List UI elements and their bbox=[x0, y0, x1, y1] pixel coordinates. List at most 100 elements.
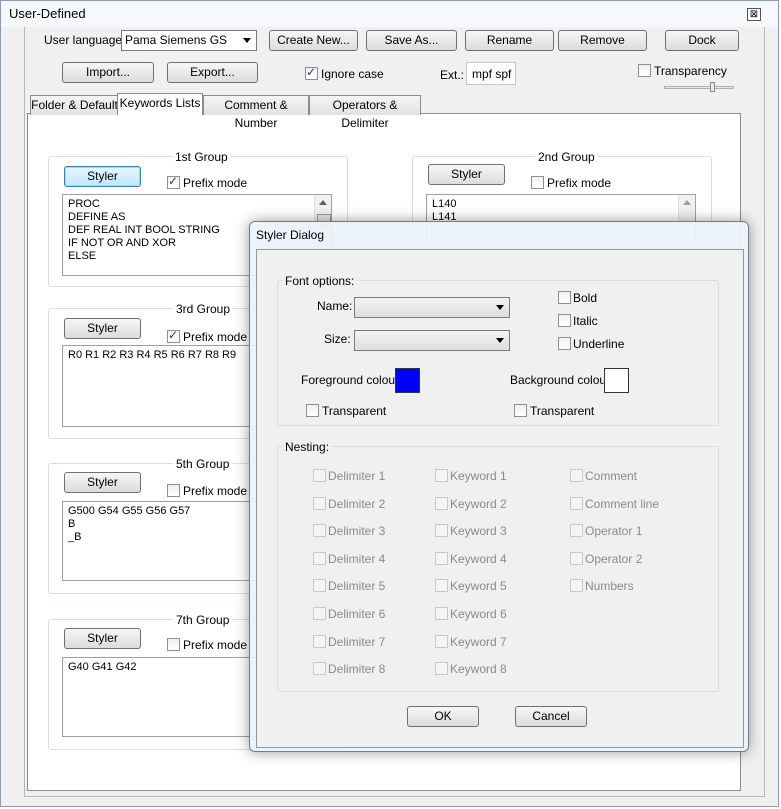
nesting-option-label: Keyword 5 bbox=[450, 579, 507, 594]
create-new-button[interactable]: Create New... bbox=[269, 30, 358, 51]
underline-checkbox[interactable] bbox=[558, 337, 571, 350]
nesting-checkbox[interactable] bbox=[435, 551, 448, 565]
transparency-slider-thumb[interactable] bbox=[710, 82, 715, 92]
bold-label: Bold bbox=[573, 291, 598, 305]
nesting-option-label: Keyword 4 bbox=[450, 551, 507, 566]
nesting-option-label: Comment bbox=[585, 469, 638, 483]
nesting-option-label: Delimiter 7 bbox=[328, 634, 386, 649]
tab-folder-default[interactable]: Folder & Default bbox=[30, 95, 119, 115]
nesting-option-label: Delimiter 5 bbox=[328, 579, 386, 594]
title-bar bbox=[1, 1, 778, 27]
nesting-checkbox[interactable] bbox=[313, 662, 326, 676]
group-3-prefix-label: Prefix mode bbox=[183, 330, 248, 344]
close-icon[interactable]: ⊠ bbox=[747, 8, 761, 21]
user-language-value: Pama Siemens GS bbox=[125, 33, 228, 47]
nesting-checkbox[interactable] bbox=[435, 579, 448, 593]
nesting-option-label: Numbers bbox=[585, 579, 634, 594]
group-1-prefix-label: Prefix mode bbox=[183, 176, 248, 190]
tab-comment-number[interactable]: Comment & Number bbox=[203, 95, 309, 130]
chevron-down-icon bbox=[243, 38, 251, 43]
nesting-option-label: Keyword 1 bbox=[450, 469, 507, 483]
nesting-option-label: Delimiter 8 bbox=[328, 662, 386, 677]
group-2-prefix-checkbox[interactable] bbox=[531, 176, 544, 189]
italic-checkbox[interactable] bbox=[558, 314, 571, 327]
foreground-colour-swatch[interactable] bbox=[395, 368, 420, 393]
group-1-prefix-checkbox[interactable] bbox=[167, 174, 180, 189]
bg-transparent-checkbox[interactable] bbox=[514, 404, 527, 417]
nesting-label: Nesting: bbox=[283, 440, 332, 454]
nesting-option-label: Keyword 7 bbox=[450, 634, 507, 649]
group-7-styler-button[interactable]: Styler bbox=[64, 628, 141, 649]
nesting-checkbox[interactable] bbox=[435, 496, 448, 510]
window-title: User-Defined bbox=[9, 6, 86, 21]
italic-label: Italic bbox=[573, 314, 598, 328]
styler-dialog-title: Styler Dialog bbox=[256, 228, 325, 242]
fg-transparent-checkbox[interactable] bbox=[306, 404, 319, 417]
group-5-prefix-checkbox[interactable] bbox=[167, 484, 180, 497]
font-options-label: Font options: bbox=[283, 274, 357, 288]
nesting-checkbox[interactable] bbox=[313, 469, 326, 482]
ext-input[interactable]: mpf spf bbox=[466, 62, 516, 85]
group-2-prefix-label: Prefix mode bbox=[547, 176, 612, 190]
group-3-prefix-checkbox[interactable] bbox=[167, 328, 180, 343]
nesting-checkbox[interactable] bbox=[570, 496, 583, 510]
group-2-scrollbar[interactable] bbox=[678, 195, 695, 221]
export-button[interactable]: Export... bbox=[167, 62, 258, 83]
nesting-checkbox[interactable] bbox=[570, 551, 583, 565]
nesting-checkbox[interactable] bbox=[435, 469, 448, 482]
group-1-styler-button[interactable]: Styler bbox=[64, 166, 141, 187]
nesting-checkbox[interactable] bbox=[435, 607, 448, 620]
import-button[interactable]: Import... bbox=[62, 62, 154, 83]
group-5-styler-button[interactable]: Styler bbox=[64, 472, 141, 493]
nesting-checkbox[interactable] bbox=[313, 579, 326, 593]
nesting-option-label: Operator 2 bbox=[585, 551, 643, 566]
nesting-checkbox[interactable] bbox=[570, 579, 583, 593]
nesting-checkbox[interactable] bbox=[570, 524, 583, 538]
background-colour-label: Background colour bbox=[510, 373, 611, 387]
tab-keywords-lists[interactable]: Keywords Lists bbox=[117, 93, 203, 115]
nesting-option-label: Comment line bbox=[585, 496, 660, 511]
nesting-checkbox[interactable] bbox=[313, 607, 326, 620]
ignore-case-checkbox[interactable] bbox=[305, 65, 318, 80]
group-2-styler-button[interactable]: Styler bbox=[428, 164, 505, 185]
nesting-checkbox[interactable] bbox=[313, 524, 326, 538]
group-2-title: 2nd Group bbox=[535, 150, 598, 164]
bg-transparent-label: Transparent bbox=[530, 404, 595, 418]
transparency-checkbox[interactable] bbox=[638, 64, 651, 77]
background-colour-swatch[interactable] bbox=[604, 368, 629, 393]
nesting-checkbox[interactable] bbox=[435, 524, 448, 538]
group-1-title: 1st Group bbox=[172, 150, 231, 164]
group-7-prefix-checkbox[interactable] bbox=[167, 638, 180, 651]
nesting-checkbox[interactable] bbox=[313, 634, 326, 648]
cancel-button[interactable]: Cancel bbox=[515, 706, 587, 727]
scroll-up-icon[interactable] bbox=[683, 200, 691, 205]
tab-operators-delimiter[interactable]: Operators & Delimiter bbox=[309, 95, 421, 130]
ignore-case-label: Ignore case bbox=[321, 67, 384, 81]
fg-transparent-label: Transparent bbox=[322, 404, 387, 418]
nesting-checkbox[interactable] bbox=[313, 496, 326, 510]
font-size-select[interactable] bbox=[354, 330, 510, 351]
transparency-slider[interactable] bbox=[664, 86, 734, 89]
underline-label: Underline bbox=[573, 337, 625, 351]
user-language-select[interactable]: Pama Siemens GS bbox=[121, 30, 257, 51]
nesting-option-label: Delimiter 4 bbox=[328, 551, 386, 566]
nesting-option-label: Operator 1 bbox=[585, 524, 643, 539]
rename-button[interactable]: Rename bbox=[465, 30, 554, 51]
nesting-checkbox[interactable] bbox=[435, 662, 448, 676]
remove-button[interactable]: Remove bbox=[558, 30, 647, 51]
font-name-select[interactable] bbox=[354, 297, 510, 318]
chevron-down-icon bbox=[496, 338, 504, 343]
chevron-down-icon bbox=[496, 305, 504, 310]
bold-checkbox[interactable] bbox=[558, 291, 571, 304]
ok-button[interactable]: OK bbox=[407, 706, 479, 727]
nesting-checkbox[interactable] bbox=[435, 634, 448, 648]
ext-label: Ext.: bbox=[440, 68, 465, 82]
foreground-colour-label: Foreground colour bbox=[301, 373, 400, 387]
scroll-up-icon[interactable] bbox=[319, 200, 327, 205]
dock-button[interactable]: Dock bbox=[665, 30, 739, 51]
group-2-line: L140 bbox=[432, 198, 457, 210]
save-as-button[interactable]: Save As... bbox=[366, 30, 457, 51]
group-3-styler-button[interactable]: Styler bbox=[64, 318, 141, 339]
nesting-checkbox[interactable] bbox=[570, 469, 583, 482]
nesting-checkbox[interactable] bbox=[313, 551, 326, 565]
